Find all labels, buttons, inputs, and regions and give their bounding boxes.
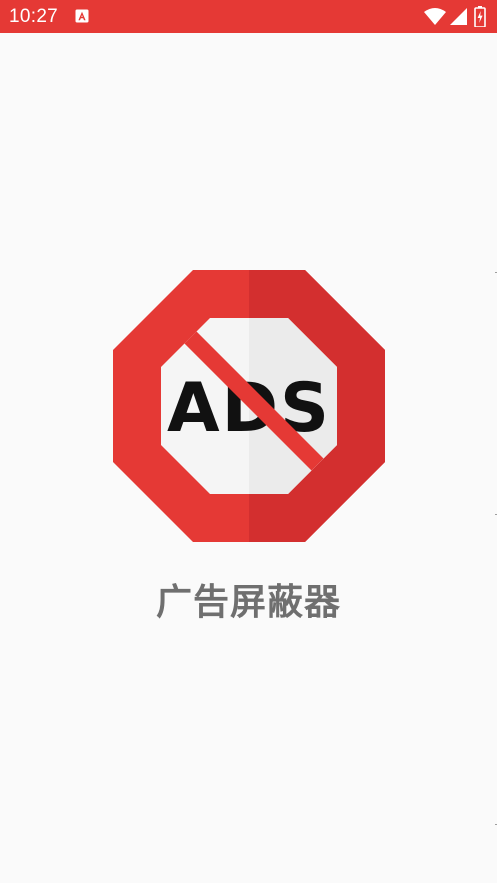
splash-screen: ADS 广告屏蔽器: [0, 33, 497, 883]
signal-icon: [450, 8, 467, 25]
logo-ads-text: ADS: [167, 369, 331, 448]
battery-charging-icon: [474, 6, 486, 27]
notification-a-icon: [75, 9, 89, 23]
no-ads-stop-sign-icon: ADS: [113, 270, 385, 542]
wifi-icon: [424, 8, 446, 25]
status-bar: 10:27: [0, 0, 497, 33]
app-name: 广告屏蔽器: [155, 582, 341, 623]
status-time: 10:27: [9, 6, 59, 27]
